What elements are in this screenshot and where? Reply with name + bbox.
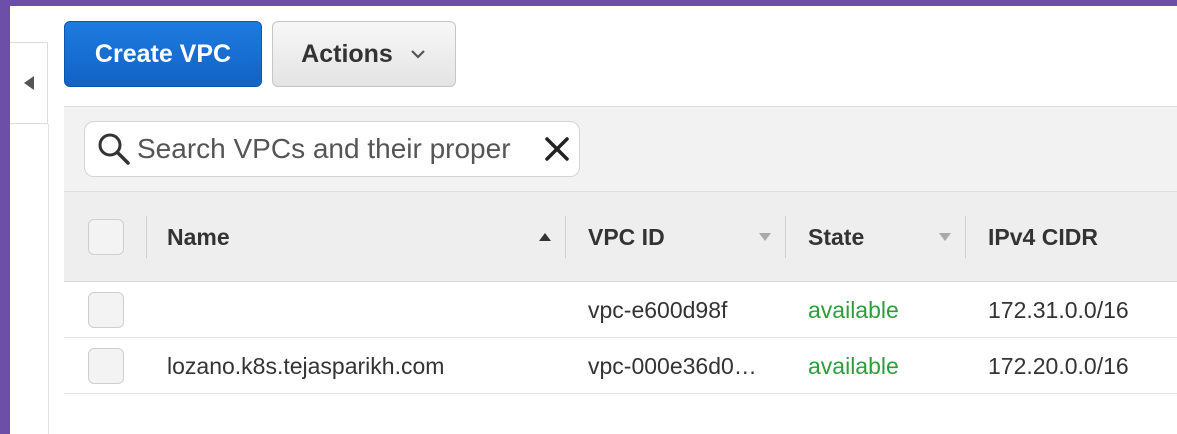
- row-checkbox[interactable]: [88, 348, 124, 384]
- cell-name: lozano.k8s.tejasparikh.com: [167, 352, 445, 379]
- column-header-ipv4-cidr[interactable]: IPv4 CIDR: [988, 192, 1098, 282]
- clear-icon[interactable]: [543, 135, 571, 163]
- cell-state: available: [808, 352, 899, 379]
- search-icon: [98, 133, 130, 165]
- column-header-vpc-id[interactable]: VPC ID: [588, 192, 665, 282]
- cell-ipv4-cidr: 172.31.0.0/16: [988, 296, 1129, 323]
- column-separator: [965, 216, 966, 258]
- row-checkbox[interactable]: [88, 292, 124, 328]
- sort-descending-icon[interactable]: [938, 192, 952, 282]
- sort-descending-glyph: [939, 233, 951, 241]
- sort-descending-glyph: [759, 233, 771, 241]
- table-header: Name VPC ID State IPv4 CIDR: [64, 192, 1177, 282]
- table-row[interactable]: lozano.k8s.tejasparikh.com vpc-000e36d0……: [64, 338, 1177, 394]
- column-header-name-label: Name: [167, 223, 230, 250]
- column-separator: [146, 216, 147, 258]
- column-header-state-label: State: [808, 223, 865, 250]
- cell-vpc-id: vpc-e600d98f: [588, 296, 728, 323]
- cell-ipv4-cidr: 172.20.0.0/16: [988, 352, 1129, 379]
- create-vpc-button[interactable]: Create VPC: [64, 21, 262, 87]
- collapse-left-icon: [23, 76, 34, 90]
- column-header-state[interactable]: State: [808, 192, 864, 282]
- create-vpc-label: Create VPC: [94, 39, 232, 68]
- actions-dropdown-button[interactable]: Actions: [272, 21, 456, 87]
- search-box[interactable]: [84, 121, 580, 177]
- column-header-ipv4-cidr-label: IPv4 CIDR: [988, 223, 1098, 250]
- sort-ascending-glyph: [539, 233, 551, 241]
- sidebar-collapse-tab[interactable]: [10, 42, 48, 124]
- column-header-name[interactable]: Name: [167, 192, 230, 282]
- column-separator: [565, 216, 566, 258]
- search-input[interactable]: [131, 133, 543, 165]
- column-separator: [785, 216, 786, 258]
- sidebar-divider: [48, 124, 49, 434]
- actions-label: Actions: [301, 39, 393, 68]
- vpc-console-panel: Create VPC Actions Name: [10, 6, 1177, 434]
- chevron-down-icon: [411, 50, 425, 59]
- sort-ascending-icon[interactable]: [538, 192, 552, 282]
- select-all-checkbox[interactable]: [88, 219, 124, 255]
- table-row[interactable]: vpc-e600d98f available 172.31.0.0/16: [64, 282, 1177, 338]
- cell-state: available: [808, 296, 899, 323]
- sort-descending-icon[interactable]: [758, 192, 772, 282]
- cell-vpc-id: vpc-000e36d0…: [588, 352, 757, 379]
- column-header-vpc-id-label: VPC ID: [588, 223, 665, 250]
- filter-bar: [64, 106, 1177, 192]
